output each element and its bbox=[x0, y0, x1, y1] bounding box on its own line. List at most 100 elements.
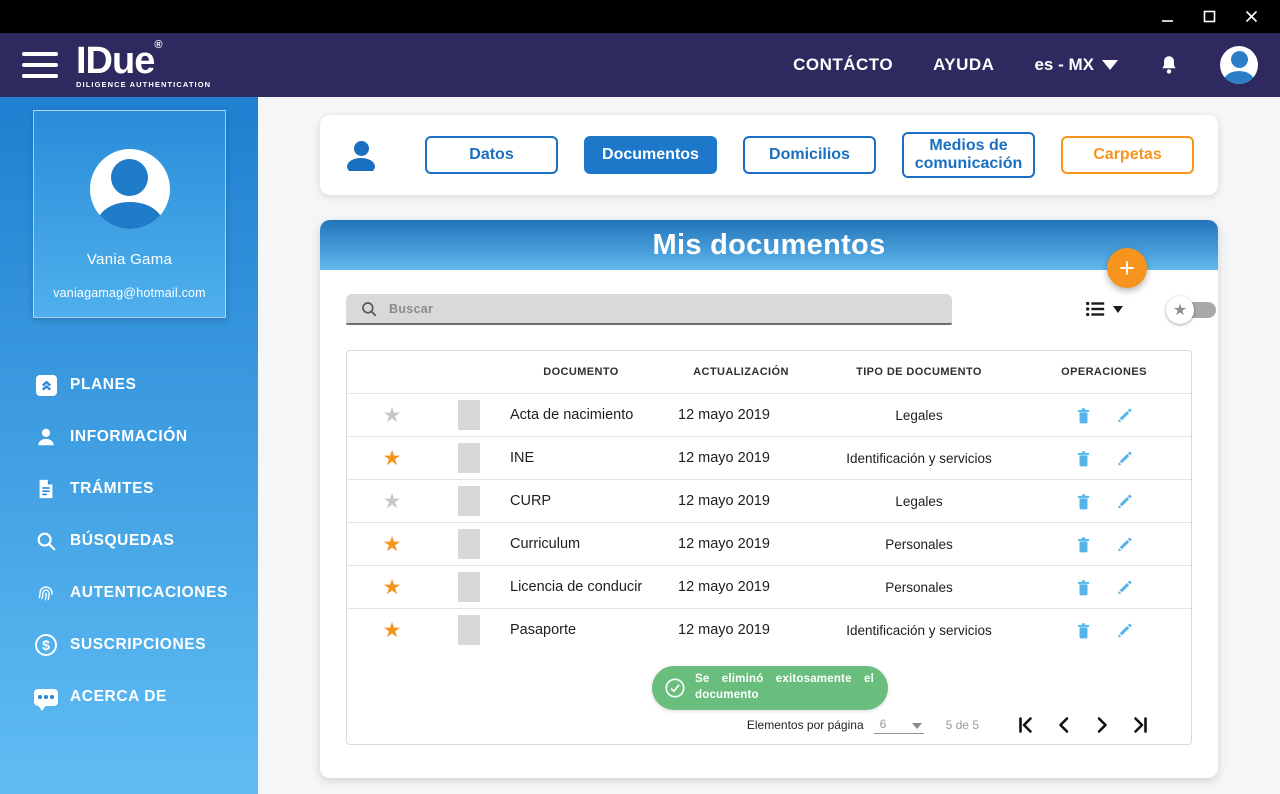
table-row: ★ CURP 12 mayo 2019 Legales bbox=[347, 479, 1191, 522]
pagination: Elementos por página 6 5 de 5 bbox=[747, 716, 1175, 734]
first-page-button[interactable] bbox=[1017, 716, 1035, 734]
delete-icon[interactable] bbox=[1074, 406, 1093, 425]
document-type: Identificación y servicios bbox=[846, 622, 992, 638]
app-header: IDue® DILIGENCE AUTHENTICATION CONTÁCTO … bbox=[0, 33, 1280, 97]
edit-icon[interactable] bbox=[1115, 492, 1134, 511]
notifications-bell-icon[interactable] bbox=[1158, 53, 1180, 77]
help-link[interactable]: AYUDA bbox=[933, 55, 994, 75]
sidebar-item-tramites[interactable]: TRÁMITES bbox=[0, 463, 258, 515]
favorite-star-icon[interactable]: ★ bbox=[347, 403, 437, 428]
sidebar-item-planes[interactable]: PLANES bbox=[0, 359, 258, 411]
edit-icon[interactable] bbox=[1115, 535, 1134, 554]
delete-icon[interactable] bbox=[1074, 621, 1093, 640]
column-documento: DOCUMENTO bbox=[543, 366, 619, 378]
search-icon bbox=[34, 529, 58, 553]
sidebar: Vania Gama vaniagamag@hotmail.com PLANES… bbox=[0, 97, 258, 794]
app-window: IDue® DILIGENCE AUTHENTICATION CONTÁCTO … bbox=[0, 0, 1280, 794]
person-icon bbox=[34, 425, 58, 449]
language-value: es - MX bbox=[1034, 55, 1094, 74]
document-type: Legales bbox=[895, 493, 943, 509]
document-name: CURP bbox=[510, 493, 552, 509]
sidebar-item-suscripciones[interactable]: $ SUSCRIPCIONES bbox=[0, 619, 258, 671]
document-thumbnail[interactable] bbox=[458, 529, 480, 559]
tab-medios-de-comunicacion[interactable]: Medios de comunicación bbox=[902, 132, 1035, 178]
table-row: ★ Pasaporte 12 mayo 2019 Identificación … bbox=[347, 608, 1191, 651]
document-updated: 12 mayo 2019 bbox=[678, 622, 770, 638]
app-logo[interactable]: IDue® DILIGENCE AUTHENTICATION bbox=[76, 38, 212, 89]
tab-documentos[interactable]: Documentos bbox=[584, 136, 717, 174]
document-name: Licencia de conducir bbox=[510, 579, 643, 595]
dollar-icon: $ bbox=[34, 633, 58, 657]
chevron-down-icon bbox=[911, 722, 922, 729]
next-page-button[interactable] bbox=[1093, 716, 1111, 734]
search-box bbox=[346, 294, 952, 325]
menu-hamburger-icon[interactable] bbox=[22, 52, 58, 78]
table-row: ★ Licencia de conducir 12 mayo 2019 Pers… bbox=[347, 565, 1191, 608]
sidebar-item-autenticaciones[interactable]: AUTENTICACIONES bbox=[0, 567, 258, 619]
document-type: Legales bbox=[895, 407, 943, 423]
success-toast: Se eliminó exitosamente el documento bbox=[652, 666, 888, 710]
section-tabbar: Datos Documentos Domicilios Medios de co… bbox=[320, 115, 1218, 195]
search-row: ★ bbox=[346, 294, 1216, 328]
delete-icon[interactable] bbox=[1074, 492, 1093, 511]
minimize-icon[interactable] bbox=[1152, 4, 1182, 30]
tab-domicilios[interactable]: Domicilios bbox=[743, 136, 876, 174]
chat-icon bbox=[34, 685, 58, 711]
document-thumbnail[interactable] bbox=[458, 443, 480, 473]
profile-card: Vania Gama vaniagamag@hotmail.com bbox=[33, 110, 226, 318]
favorite-star-icon[interactable]: ★ bbox=[347, 618, 437, 643]
search-input[interactable] bbox=[389, 301, 909, 316]
profile-name: Vania Gama bbox=[86, 251, 173, 268]
add-document-button[interactable]: + bbox=[1107, 248, 1147, 288]
delete-icon[interactable] bbox=[1074, 535, 1093, 554]
sidebar-item-informacion[interactable]: INFORMACIÓN bbox=[0, 411, 258, 463]
plans-icon bbox=[34, 373, 58, 397]
delete-icon[interactable] bbox=[1074, 449, 1093, 468]
user-avatar[interactable] bbox=[1220, 46, 1258, 84]
document-thumbnail[interactable] bbox=[458, 400, 480, 430]
tab-carpetas[interactable]: Carpetas bbox=[1061, 136, 1194, 174]
document-name: Pasaporte bbox=[510, 622, 577, 638]
document-updated: 12 mayo 2019 bbox=[678, 493, 770, 509]
sidebar-item-acerca-de[interactable]: ACERCA DE bbox=[0, 671, 258, 723]
document-thumbnail[interactable] bbox=[458, 572, 480, 602]
sidebar-item-busquedas[interactable]: BÚSQUEDAS bbox=[0, 515, 258, 567]
column-tipo-de-documento: TIPO DE DOCUMENTO bbox=[856, 366, 982, 378]
favorites-filter-toggle[interactable]: ★ bbox=[1166, 296, 1216, 324]
os-title-bar bbox=[0, 0, 1280, 33]
edit-icon[interactable] bbox=[1115, 621, 1134, 640]
documents-table: DOCUMENTO ACTUALIZACIÓN TIPO DE DOCUMENT… bbox=[346, 350, 1192, 745]
items-per-page-value: 6 bbox=[879, 716, 887, 731]
maximize-icon[interactable] bbox=[1194, 4, 1224, 30]
view-list-toggle[interactable] bbox=[1084, 298, 1123, 320]
document-updated: 12 mayo 2019 bbox=[678, 536, 770, 552]
edit-icon[interactable] bbox=[1115, 406, 1134, 425]
registered-mark: ® bbox=[154, 38, 162, 51]
delete-icon[interactable] bbox=[1074, 578, 1093, 597]
favorite-star-icon[interactable]: ★ bbox=[347, 489, 437, 514]
edit-icon[interactable] bbox=[1115, 578, 1134, 597]
document-updated: 12 mayo 2019 bbox=[678, 407, 770, 423]
tab-datos[interactable]: Datos bbox=[425, 136, 558, 174]
profile-email: vaniagamag@hotmail.com bbox=[53, 286, 206, 300]
previous-page-button[interactable] bbox=[1055, 716, 1073, 734]
page-range: 5 de 5 bbox=[945, 718, 979, 732]
document-thumbnail[interactable] bbox=[458, 486, 480, 516]
contact-link[interactable]: CONTÁCTO bbox=[793, 55, 893, 75]
logo-subtitle: DILIGENCE AUTHENTICATION bbox=[76, 79, 212, 89]
fingerprint-icon bbox=[34, 581, 58, 605]
document-type: Personales bbox=[885, 579, 953, 595]
close-icon[interactable] bbox=[1236, 4, 1266, 30]
document-thumbnail[interactable] bbox=[458, 615, 480, 645]
person-icon bbox=[345, 139, 377, 171]
last-page-button[interactable] bbox=[1131, 716, 1149, 734]
profile-avatar[interactable] bbox=[89, 149, 170, 229]
edit-icon[interactable] bbox=[1115, 449, 1134, 468]
items-per-page-select[interactable]: 6 bbox=[873, 716, 924, 734]
favorite-star-icon[interactable]: ★ bbox=[347, 532, 437, 557]
language-selector[interactable]: es - MX bbox=[1034, 55, 1118, 75]
document-updated: 12 mayo 2019 bbox=[678, 579, 770, 595]
favorite-star-icon[interactable]: ★ bbox=[347, 575, 437, 600]
favorite-star-icon[interactable]: ★ bbox=[347, 446, 437, 471]
logo-title: IDue® bbox=[76, 38, 162, 82]
